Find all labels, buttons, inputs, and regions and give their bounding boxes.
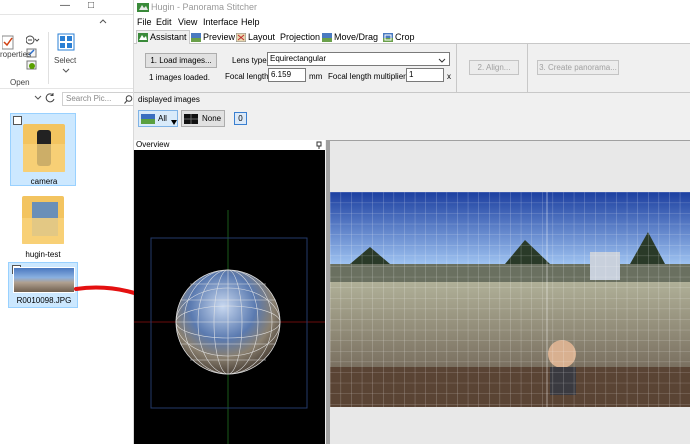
refresh-icon[interactable] <box>44 92 56 104</box>
overview-header: Overview <box>134 140 325 150</box>
layout-icon <box>235 32 247 42</box>
open-dropdown-icon[interactable] <box>25 35 40 45</box>
tab-label: Projection <box>280 31 321 42</box>
crop-icon <box>383 32 393 42</box>
tab-label: Move/Drag <box>334 31 379 42</box>
all-images-button[interactable]: All <box>138 110 178 127</box>
multiplier-label: Focal length multiplier: <box>328 72 409 81</box>
multiplier-unit: x <box>447 72 451 81</box>
tab-preview[interactable]: Preview <box>190 30 237 44</box>
image-thumbnail <box>13 267 75 293</box>
images-loaded-text: 1 images loaded. <box>149 73 210 82</box>
select-icon[interactable] <box>56 32 76 52</box>
maximize-button[interactable]: □ <box>84 0 98 12</box>
hugin-logo-icon <box>137 2 149 13</box>
overview-sphere-view[interactable] <box>134 150 325 444</box>
folder-item-hugin-test[interactable]: hugin-test <box>10 190 76 260</box>
tab-label: Layout <box>248 31 276 42</box>
lens-type-value: Equirectangular <box>270 54 327 63</box>
tab-crop[interactable]: Crop <box>382 30 417 44</box>
item-checkbox[interactable] <box>13 116 22 125</box>
panel-divider <box>527 44 528 92</box>
none-images-button[interactable]: None <box>181 110 225 127</box>
file-name: R0010098.JPG <box>16 296 72 305</box>
hugin-window: Hugin - Panorama Stitcher File Edit View… <box>134 0 690 444</box>
open-group-label: Open <box>10 78 30 87</box>
folder-icon <box>22 196 64 244</box>
search-placeholder: Search Pic... <box>66 94 112 103</box>
displayed-images-label: displayed images <box>138 95 200 104</box>
load-images-button[interactable]: 1. Load images... <box>145 53 217 68</box>
tab-label: Preview <box>203 31 236 42</box>
menu-bar: File Edit View Interface Help <box>134 16 690 29</box>
menu-edit[interactable]: Edit <box>156 17 172 27</box>
title-bar: Hugin - Panorama Stitcher <box>134 0 690 16</box>
search-icon[interactable] <box>124 95 133 104</box>
tab-bar: Assistant Preview Layout Projection Move… <box>134 29 690 44</box>
menu-help[interactable]: Help <box>241 17 260 27</box>
tab-projection[interactable]: Projection <box>279 30 322 44</box>
multiplier-input[interactable]: 1 <box>406 68 444 82</box>
divider <box>0 14 133 15</box>
create-panorama-button[interactable]: 3. Create panorama... <box>537 60 619 75</box>
history-icon[interactable] <box>26 60 38 70</box>
tab-layout[interactable]: Layout <box>235 30 277 44</box>
lens-type-label: Lens type: <box>232 56 269 65</box>
panorama-preview[interactable] <box>330 192 690 407</box>
chevron-up-icon[interactable] <box>98 16 108 26</box>
ribbon-open-group: roperties Open <box>0 30 50 88</box>
folder-icon <box>23 124 65 172</box>
menu-view[interactable]: View <box>178 17 197 27</box>
ribbon-divider <box>48 32 49 84</box>
image-toggle-0[interactable]: 0 <box>234 112 247 125</box>
none-label: None <box>202 114 222 123</box>
chevron-down-icon <box>438 56 446 63</box>
chevron-down-icon[interactable] <box>62 66 70 73</box>
move-drag-icon <box>322 32 332 42</box>
overview-panel[interactable]: Overview <box>134 140 325 444</box>
align-button[interactable]: 2. Align... <box>469 60 519 75</box>
focal-length-label: Focal length: <box>225 72 271 81</box>
lens-type-select[interactable]: Equirectangular <box>267 52 450 66</box>
assistant-icon <box>138 33 148 42</box>
address-dropdown-icon[interactable] <box>34 94 42 102</box>
no-images-icon <box>184 114 198 124</box>
dropdown-triangle-icon <box>171 117 177 125</box>
focal-length-input[interactable]: 6.159 <box>268 68 306 82</box>
folder-front <box>22 218 64 244</box>
overview-title: Overview <box>136 140 170 149</box>
panel-bottom-border <box>134 92 690 93</box>
tab-assistant[interactable]: Assistant <box>136 30 190 44</box>
tab-label: Assistant <box>150 32 187 42</box>
window-title: Hugin - Panorama Stitcher <box>151 2 258 12</box>
folder-front <box>23 144 65 172</box>
panel-divider <box>456 44 457 92</box>
file-explorer-window: — □ roperties Open Select Search Pic... … <box>0 0 134 444</box>
focal-unit: mm <box>309 72 323 81</box>
ribbon-bottom-border <box>0 88 133 89</box>
minimize-button[interactable]: — <box>58 0 72 12</box>
file-item-r0010098[interactable]: ✓ R0010098.JPG <box>8 262 78 308</box>
preview-icon <box>191 32 201 42</box>
pin-icon[interactable] <box>315 141 323 149</box>
tab-move-drag[interactable]: Move/Drag <box>321 30 380 44</box>
properties-icon[interactable] <box>1 34 14 50</box>
menu-file[interactable]: File <box>137 17 152 27</box>
folder-item-camera[interactable]: camera <box>10 113 76 186</box>
select-label[interactable]: Select <box>54 56 76 65</box>
all-label: All <box>158 114 167 123</box>
menu-interface[interactable]: Interface <box>203 17 238 27</box>
properties-label[interactable]: roperties <box>0 50 31 59</box>
tab-label: Crop <box>395 31 415 42</box>
ribbon-select-group: Select <box>52 30 80 88</box>
image-thumbnail-icon <box>141 114 155 124</box>
file-name: hugin-test <box>25 250 61 259</box>
file-name: camera <box>30 177 58 186</box>
